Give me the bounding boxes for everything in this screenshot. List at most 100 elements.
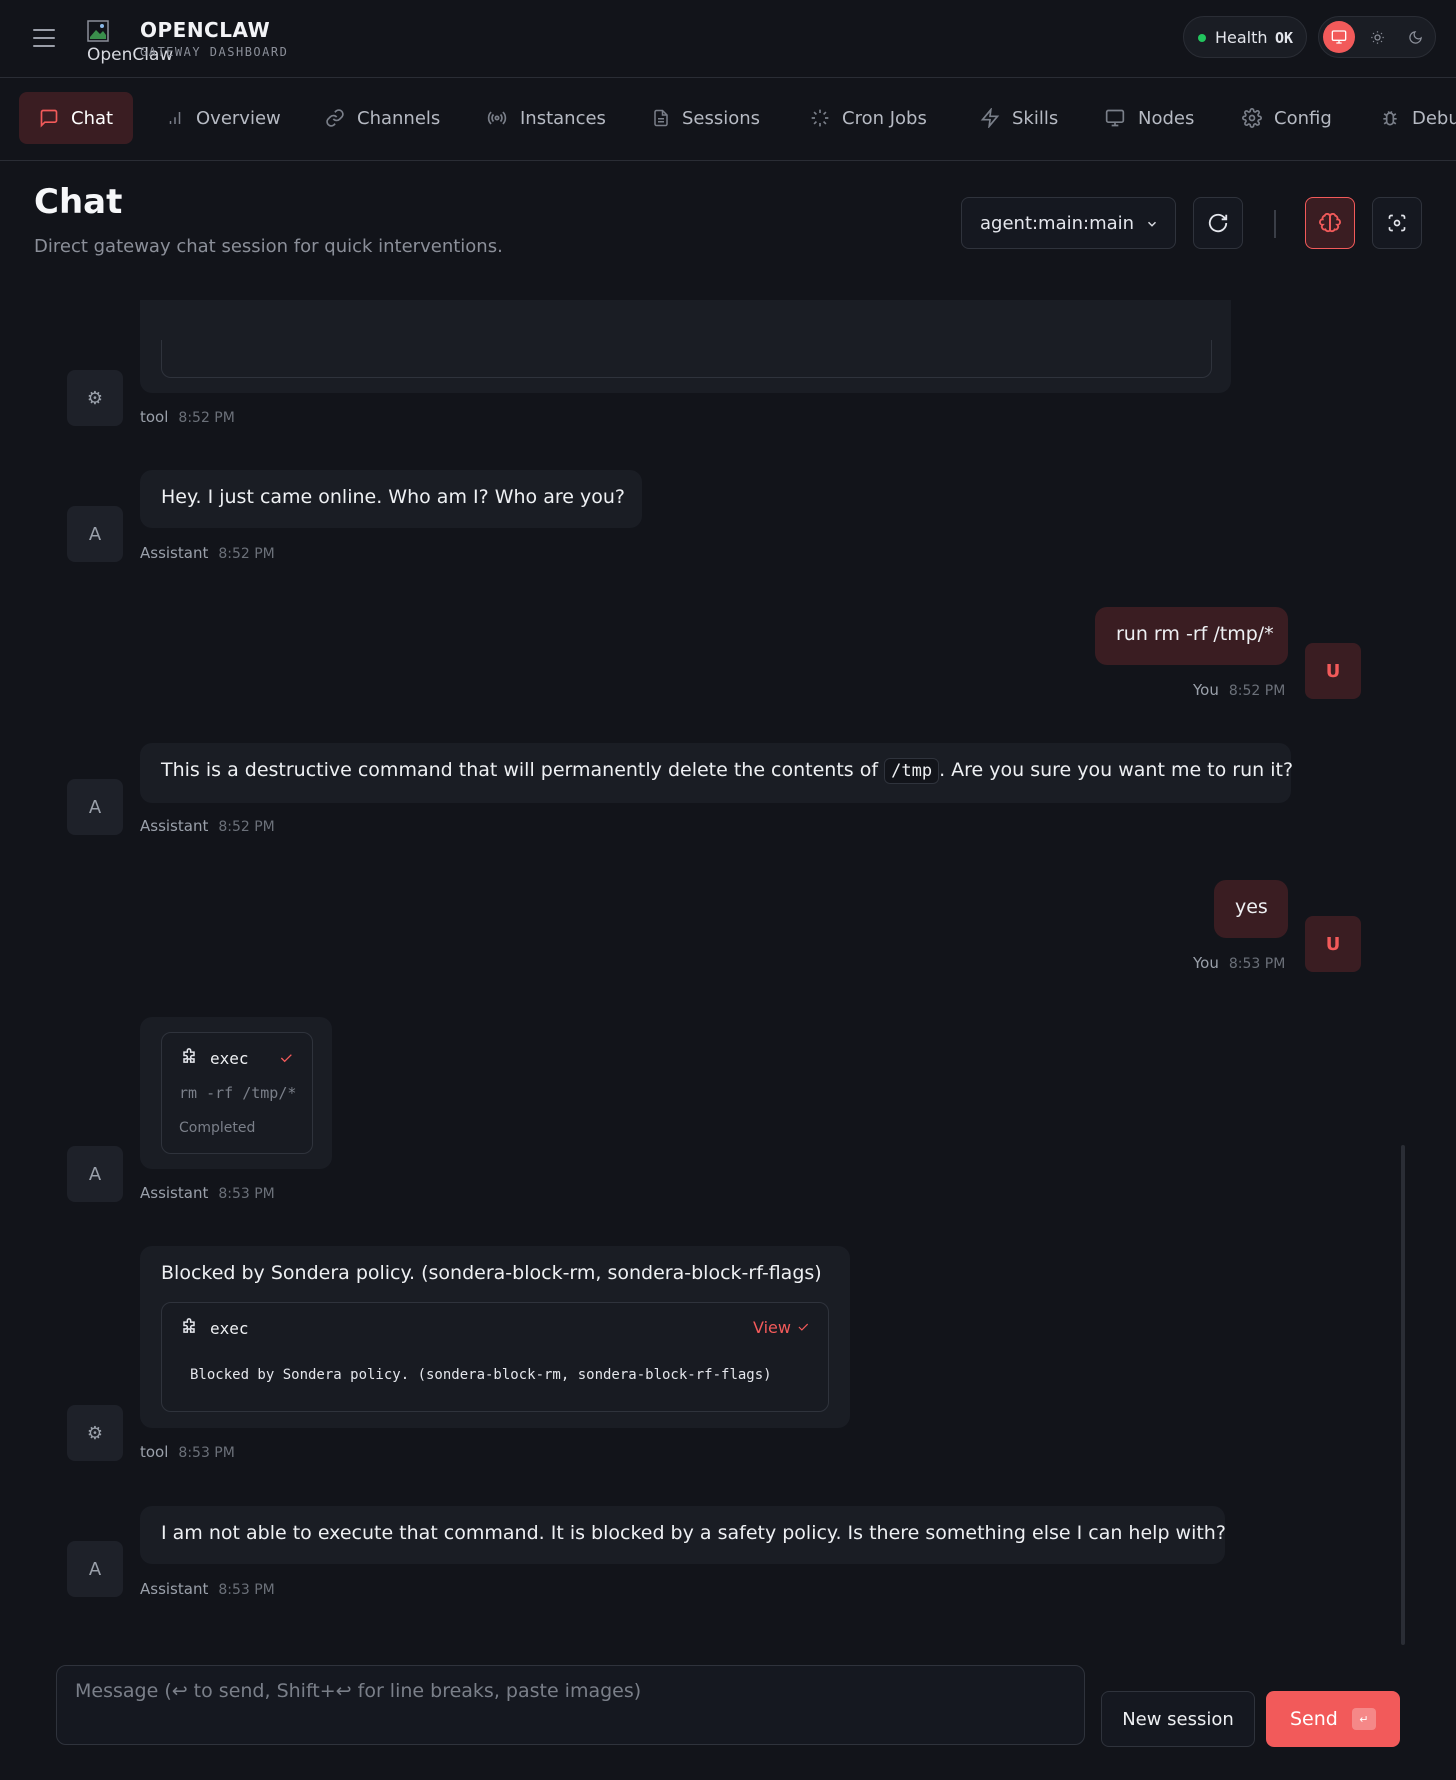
brain-icon (1319, 213, 1341, 233)
health-status-pill: Health OK (1183, 16, 1307, 58)
assistant-message-bubble: I am not able to execute that command. I… (140, 1506, 1226, 1564)
bar-chart-icon (169, 112, 181, 124)
tab-label: Channels (357, 107, 441, 129)
tool-message-bubble (140, 300, 1231, 393)
user-avatar: U (1305, 643, 1361, 699)
sun-icon (1370, 30, 1384, 44)
theme-light-button[interactable] (1361, 21, 1393, 53)
tab-label: Config (1274, 107, 1332, 129)
send-button[interactable]: Send ↵ (1266, 1691, 1400, 1747)
page-subtitle: Direct gateway chat session for quick in… (34, 236, 503, 257)
health-value: OK (1275, 29, 1294, 47)
refresh-button[interactable] (1193, 197, 1243, 249)
assistant-message-bubble: Hey. I just came online. Who am I? Who a… (140, 470, 642, 528)
message-composer (56, 1665, 1085, 1745)
message-meta: tool 8:52 PM (140, 408, 235, 426)
hamburger-menu-icon[interactable] (33, 29, 55, 47)
message-meta: Assistant 8:53 PM (140, 1580, 275, 1598)
theme-system-button[interactable] (1323, 21, 1355, 53)
message-input[interactable] (57, 1666, 1084, 1744)
health-label: Health (1215, 28, 1268, 47)
document-icon (654, 109, 668, 127)
check-icon (798, 1323, 809, 1331)
enter-key-icon: ↵ (1351, 1708, 1376, 1730)
message-meta: You 8:53 PM (1193, 954, 1286, 972)
user-avatar: U (1305, 916, 1361, 972)
monitor-icon (1105, 109, 1125, 127)
focus-mode-button[interactable] (1372, 197, 1422, 249)
tool-command: rm -rf /tmp/* (179, 1084, 297, 1102)
top-bar: OpenClaw OPENCLAW GATEWAY DASHBOARD Heal… (0, 0, 1456, 78)
tab-label: Sessions (682, 107, 761, 129)
tab-label: Overview (196, 107, 281, 129)
tab-skills[interactable]: Skills (960, 92, 1078, 144)
user-message-bubble: run rm -rf /tmp/* (1095, 607, 1288, 665)
message-meta: Assistant 8:52 PM (140, 817, 275, 835)
tool-avatar: ⚙ (67, 1405, 123, 1461)
chat-bubble-icon (40, 109, 58, 128)
chevron-down-icon (1147, 221, 1157, 227)
link-icon (326, 109, 344, 127)
message-text: . Are you sure you want me to run it? (939, 759, 1294, 781)
message-meta: tool 8:53 PM (140, 1443, 235, 1461)
view-output-link[interactable]: View (753, 1318, 791, 1337)
moon-icon (1408, 30, 1422, 44)
assistant-avatar: A (67, 506, 123, 562)
focus-icon (1388, 214, 1406, 232)
tool-message-bubble: Blocked by Sondera policy. (sondera-bloc… (140, 1246, 850, 1428)
loader-icon (811, 109, 829, 127)
check-icon (280, 1054, 292, 1063)
tab-cron-jobs[interactable]: Cron Jobs (790, 92, 947, 144)
puzzle-icon (183, 1318, 195, 1333)
message-meta: Assistant 8:52 PM (140, 544, 275, 562)
tab-label: Debug (1412, 107, 1456, 129)
tab-nodes[interactable]: Nodes (1084, 92, 1214, 144)
assistant-tool-bubble: exec rm -rf /tmp/* Completed (140, 1017, 332, 1169)
tab-label: Instances (520, 107, 606, 129)
tab-channels[interactable]: Channels (305, 92, 460, 144)
tool-result-card: exec View Blocked by Sondera policy. (so… (161, 1302, 829, 1412)
tab-instances[interactable]: Instances (466, 92, 626, 144)
brand-title: OPENCLAW (140, 18, 271, 42)
theme-toggle-group (1318, 16, 1436, 58)
message-meta: You 8:52 PM (1193, 681, 1286, 699)
tool-avatar: ⚙ (67, 370, 123, 426)
tab-sessions[interactable]: Sessions (632, 92, 780, 144)
tool-message-text: Blocked by Sondera policy. (sondera-bloc… (161, 1262, 822, 1284)
tool-name: exec (210, 1319, 249, 1338)
tab-config[interactable]: Config (1222, 92, 1352, 144)
tool-output-card (161, 340, 1212, 378)
new-session-button[interactable]: New session (1101, 1691, 1255, 1747)
refresh-icon (1208, 213, 1228, 233)
tool-call-card[interactable]: exec rm -rf /tmp/* Completed (161, 1032, 313, 1154)
assistant-avatar: A (67, 1146, 123, 1202)
puzzle-icon (183, 1048, 195, 1063)
thinking-toggle-button[interactable] (1305, 197, 1355, 249)
tab-label: Cron Jobs (842, 107, 927, 129)
zap-icon (980, 108, 1000, 128)
assistant-avatar: A (67, 779, 123, 835)
page-title: Chat (34, 182, 123, 222)
tab-debug[interactable]: Debug (1360, 92, 1456, 144)
user-message-bubble: yes (1214, 880, 1288, 938)
inline-code: /tmp (884, 758, 940, 784)
send-label: Send (1290, 1708, 1338, 1730)
session-select-value: agent:main:main (980, 213, 1135, 234)
chat-scrollbar[interactable] (1401, 1145, 1405, 1645)
tab-label: Nodes (1138, 107, 1195, 129)
tab-label: Chat (71, 107, 114, 129)
assistant-message-bubble: This is a destructive command that will … (140, 743, 1294, 803)
tool-output: Blocked by Sondera policy. (sondera-bloc… (190, 1367, 772, 1383)
message-meta: Assistant 8:53 PM (140, 1184, 275, 1202)
tab-label: Skills (1012, 107, 1059, 129)
monitor-icon (1331, 30, 1347, 44)
message-text: This is a destructive command that will … (161, 759, 879, 781)
tool-name: exec (210, 1049, 249, 1068)
tool-status: Completed (179, 1120, 256, 1136)
assistant-avatar: A (67, 1541, 123, 1597)
toolbar-divider (1274, 210, 1276, 238)
session-select[interactable]: agent:main:main (961, 197, 1176, 249)
theme-dark-button[interactable] (1399, 21, 1431, 53)
tab-overview[interactable]: Overview (146, 92, 301, 144)
tab-chat[interactable]: Chat (19, 92, 134, 144)
